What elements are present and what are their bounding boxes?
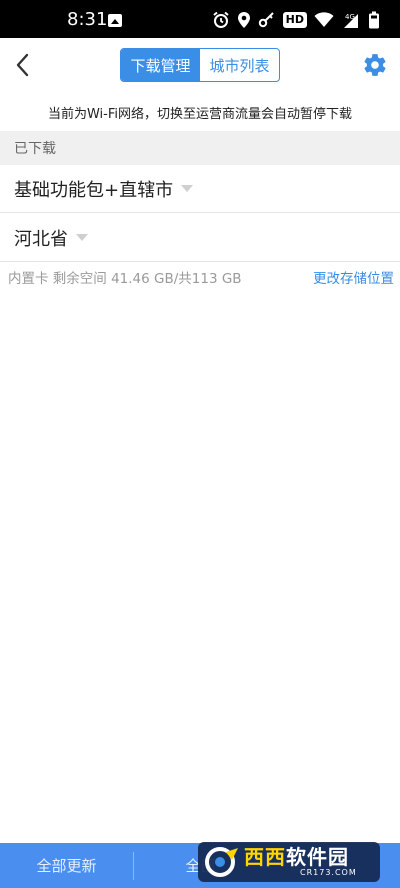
watermark-title-b: 软件园: [286, 845, 349, 869]
downloaded-item-hebei[interactable]: 河北省: [0, 214, 400, 262]
signal-icon: 4G: [344, 13, 358, 28]
gear-icon[interactable]: [362, 52, 388, 78]
watermark-icon: [205, 847, 238, 877]
caret-down-icon[interactable]: [181, 185, 194, 192]
tab-download-manager[interactable]: 下载管理: [121, 49, 200, 81]
watermark-sub: CR173.COM: [300, 868, 357, 877]
wifi-icon: [314, 12, 334, 27]
watermark-title: 西西软件园: [244, 847, 357, 867]
watermark-title-a: 西西: [244, 845, 286, 869]
caret-down-icon[interactable]: [76, 234, 88, 241]
watermark-logo: 西西软件园 CR173.COM: [198, 842, 380, 882]
wifi-notice: 当前为Wi-Fi网络，切换至运营商流量会自动暂停下载: [0, 94, 400, 130]
hd-badge: HD: [282, 12, 307, 28]
change-storage-link[interactable]: 更改存储位置: [313, 267, 394, 287]
location-icon: [237, 12, 250, 28]
tab-switcher: 下载管理 城市列表: [120, 48, 280, 82]
gallery-icon: [108, 14, 122, 27]
key-icon: [258, 12, 274, 28]
back-icon[interactable]: [10, 50, 40, 80]
status-bar: 8:31 HD 4G: [0, 0, 400, 38]
tab-city-list[interactable]: 城市列表: [200, 49, 279, 81]
item-label: 基础功能包+直辖市: [14, 179, 174, 201]
watermark-text: 西西软件园 CR173.COM: [244, 847, 357, 877]
update-all-button[interactable]: 全部更新: [0, 855, 133, 876]
status-icons: HD 4G: [212, 10, 380, 30]
app-screen: 8:31 HD 4G 下载管理 城市列表 当前为Wi-Fi网络，切换至运营商流量…: [0, 0, 400, 888]
alarm-icon: [213, 11, 229, 28]
header: 下载管理 城市列表: [0, 38, 400, 94]
battery-icon: [369, 11, 379, 29]
network-label: 4G: [345, 13, 355, 21]
storage-bar: 内置卡 剩余空间 41.46 GB/共113 GB 更改存储位置: [0, 262, 400, 292]
storage-info: 内置卡 剩余空间 41.46 GB/共113 GB: [8, 271, 242, 287]
downloaded-item-basic-package[interactable]: 基础功能包+直辖市: [0, 165, 400, 213]
status-time: 8:31: [67, 9, 108, 30]
section-downloaded-header: 已下载: [0, 131, 400, 165]
item-label: 河北省: [14, 228, 68, 250]
